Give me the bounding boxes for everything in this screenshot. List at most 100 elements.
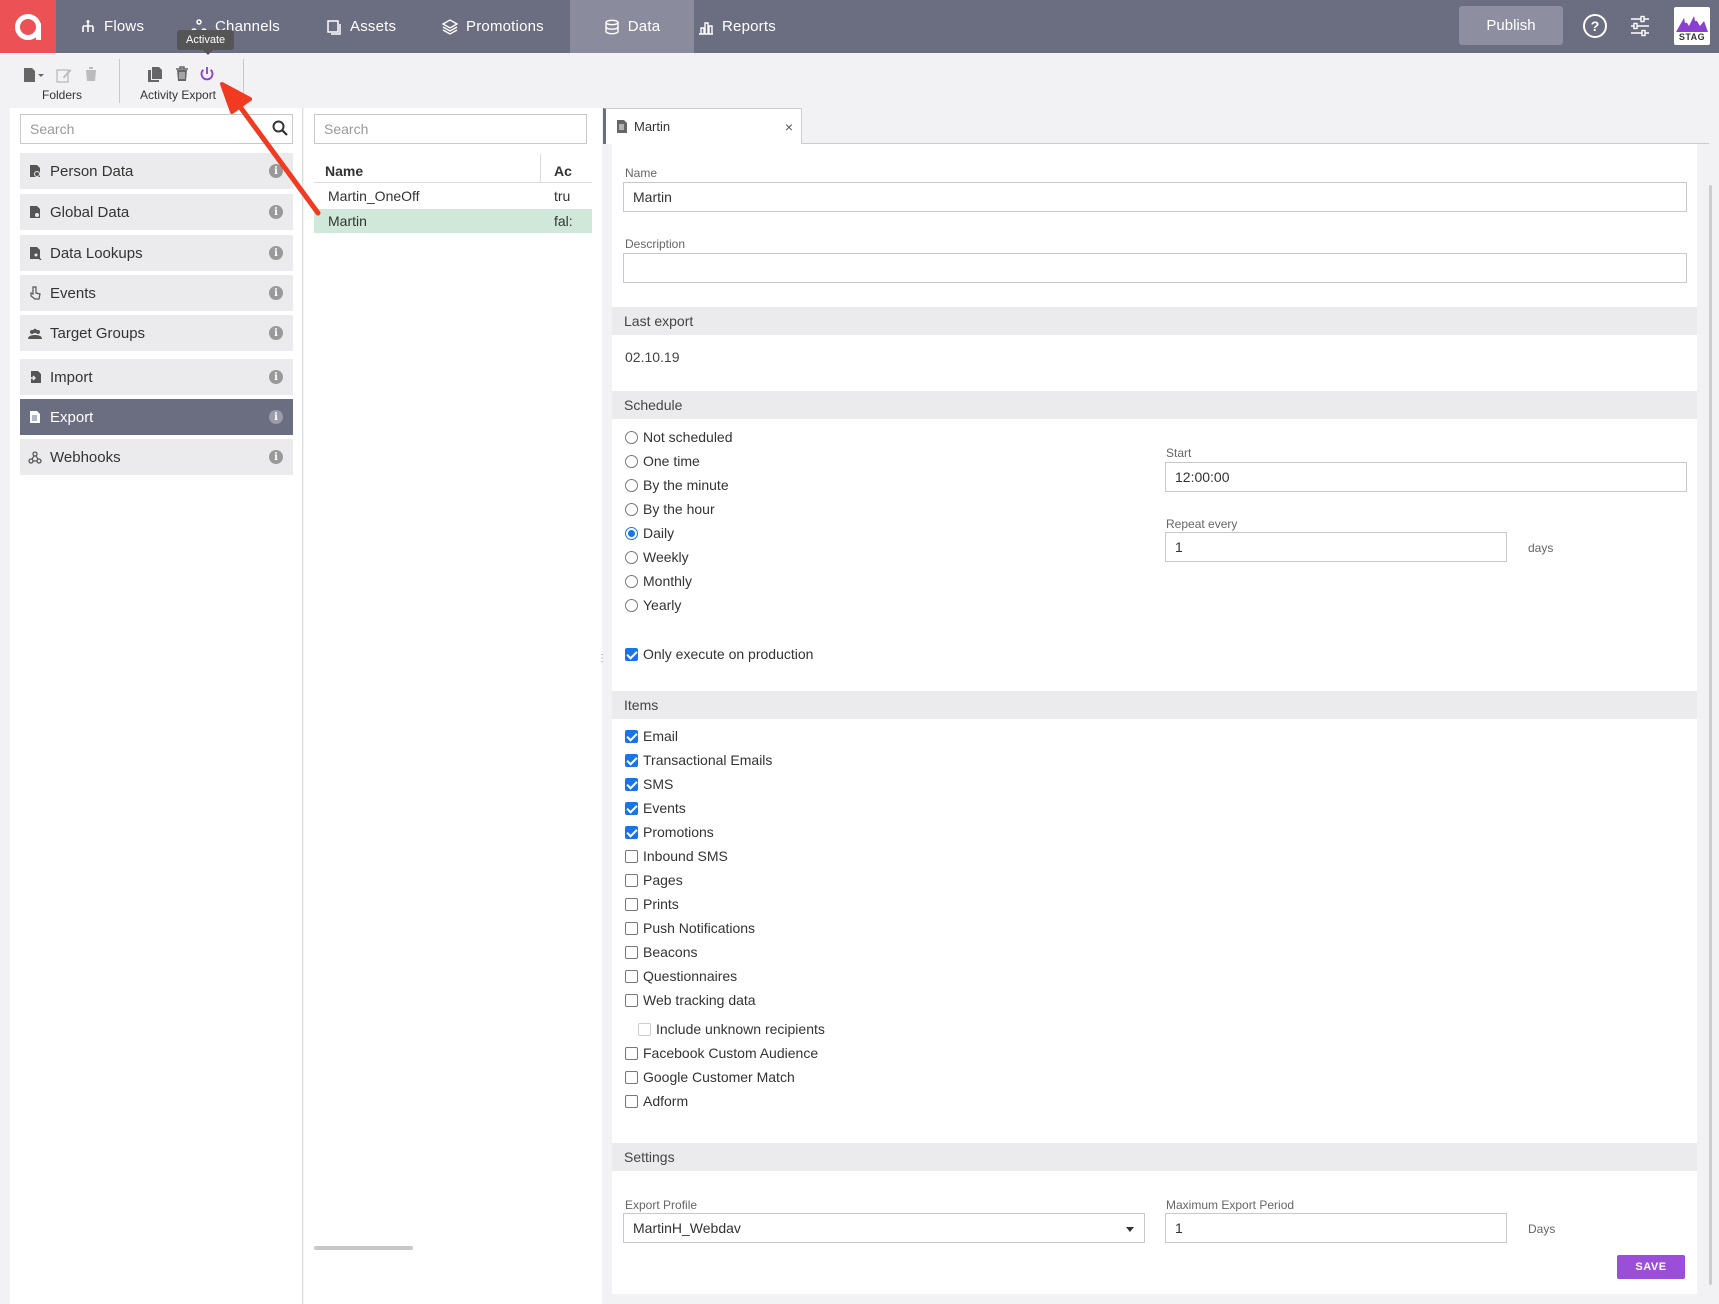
- item-events[interactable]: Events: [625, 800, 686, 816]
- checkbox[interactable]: [625, 1094, 638, 1108]
- radio-button-selected[interactable]: [625, 526, 638, 540]
- settings-sliders-icon[interactable]: [1629, 15, 1651, 37]
- item-sms[interactable]: SMS: [625, 776, 673, 792]
- radio-button[interactable]: [625, 574, 638, 588]
- checkbox[interactable]: [625, 993, 638, 1007]
- category-events[interactable]: Events i: [20, 275, 293, 311]
- nav-promotions[interactable]: Promotions: [424, 0, 562, 53]
- checkbox[interactable]: [625, 849, 638, 863]
- info-icon[interactable]: i: [269, 164, 283, 178]
- checkbox[interactable]: [625, 969, 638, 983]
- checkbox-checked[interactable]: [625, 647, 638, 661]
- item-email[interactable]: Email: [625, 728, 678, 744]
- category-target-groups[interactable]: Target Groups i: [20, 315, 293, 351]
- info-icon[interactable]: i: [269, 410, 283, 424]
- checkbox-disabled[interactable]: [638, 1022, 651, 1036]
- item-prints[interactable]: Prints: [625, 896, 679, 912]
- schedule-option-daily[interactable]: Daily: [625, 525, 674, 541]
- nav-flows[interactable]: Flows: [62, 0, 162, 53]
- category-webhooks[interactable]: Webhooks i: [20, 439, 293, 475]
- category-data-lookups[interactable]: Data Lookups i: [20, 235, 293, 271]
- nav-assets[interactable]: Assets: [308, 0, 414, 53]
- publish-button[interactable]: Publish: [1459, 6, 1563, 45]
- checkbox[interactable]: [625, 1070, 638, 1084]
- schedule-option-not-scheduled[interactable]: Not scheduled: [625, 429, 733, 445]
- info-icon[interactable]: i: [269, 326, 283, 340]
- checkbox-checked[interactable]: [625, 753, 638, 767]
- schedule-option-one-time[interactable]: One time: [625, 453, 700, 469]
- item-web-tracking-data[interactable]: Web tracking data: [625, 992, 756, 1008]
- schedule-option-yearly[interactable]: Yearly: [625, 597, 681, 613]
- environment-badge[interactable]: STAG: [1674, 7, 1710, 45]
- start-time-input[interactable]: 12:00:00: [1165, 462, 1687, 492]
- checkbox[interactable]: [625, 921, 638, 935]
- checkbox-checked[interactable]: [625, 777, 638, 791]
- info-icon[interactable]: i: [269, 286, 283, 300]
- checkbox-checked[interactable]: [625, 801, 638, 815]
- panel-resize-handle[interactable]: ⋮: [597, 653, 607, 664]
- info-icon[interactable]: i: [269, 370, 283, 384]
- category-person-data[interactable]: Person Data i: [20, 153, 293, 189]
- checkbox[interactable]: [625, 1046, 638, 1060]
- search-icon[interactable]: [272, 120, 288, 136]
- checkbox[interactable]: [625, 897, 638, 911]
- category-export[interactable]: Export i: [20, 399, 293, 435]
- column-header-name[interactable]: Name: [325, 163, 363, 179]
- schedule-option-weekly[interactable]: Weekly: [625, 549, 689, 565]
- schedule-option-by-hour[interactable]: By the hour: [625, 501, 715, 517]
- app-logo[interactable]: [0, 0, 56, 53]
- delete-icon[interactable]: [174, 66, 190, 82]
- item-push-notifications[interactable]: Push Notifications: [625, 920, 755, 936]
- description-input[interactable]: [623, 253, 1687, 283]
- checkbox[interactable]: [625, 945, 638, 959]
- item-google-customer-match[interactable]: Google Customer Match: [625, 1069, 795, 1085]
- checkbox-checked[interactable]: [625, 729, 638, 743]
- item-promotions[interactable]: Promotions: [625, 824, 714, 840]
- nav-data[interactable]: Data: [570, 0, 694, 53]
- table-row[interactable]: Martin_OneOff tru: [314, 184, 592, 208]
- info-icon[interactable]: i: [269, 450, 283, 464]
- edit-icon[interactable]: [56, 67, 72, 83]
- save-button[interactable]: SAVE: [1617, 1255, 1685, 1279]
- activate-power-icon[interactable]: [199, 66, 215, 82]
- item-inbound-sms[interactable]: Inbound SMS: [625, 848, 728, 864]
- export-search-input[interactable]: Search: [314, 114, 587, 144]
- new-file-dropdown-icon[interactable]: [23, 67, 47, 83]
- nav-reports[interactable]: Reports: [680, 0, 794, 53]
- column-header-active[interactable]: Ac: [554, 163, 572, 179]
- item-pages[interactable]: Pages: [625, 872, 683, 888]
- copy-icon[interactable]: [147, 66, 163, 82]
- repeat-every-input[interactable]: 1: [1165, 532, 1507, 562]
- radio-button[interactable]: [625, 502, 638, 516]
- delete-folder-icon[interactable]: [83, 66, 99, 82]
- table-row-selected[interactable]: Martin fal:: [314, 209, 592, 233]
- horizontal-scrollbar[interactable]: [314, 1246, 413, 1250]
- checkbox[interactable]: [625, 873, 638, 887]
- tab-martin[interactable]: Martin ×: [603, 108, 802, 144]
- radio-button[interactable]: [625, 454, 638, 468]
- schedule-option-by-minute[interactable]: By the minute: [625, 477, 729, 493]
- category-global-data[interactable]: Global Data i: [20, 194, 293, 230]
- radio-button[interactable]: [625, 550, 638, 564]
- export-profile-select[interactable]: MartinH_Webdav: [623, 1213, 1145, 1243]
- name-input[interactable]: Martin: [623, 182, 1687, 212]
- item-beacons[interactable]: Beacons: [625, 944, 697, 960]
- item-facebook-custom-audience[interactable]: Facebook Custom Audience: [625, 1045, 818, 1061]
- item-adform[interactable]: Adform: [625, 1093, 688, 1109]
- item-include-unknown-recipients[interactable]: Include unknown recipients: [638, 1021, 825, 1037]
- radio-button[interactable]: [625, 478, 638, 492]
- category-search-input[interactable]: Search: [20, 114, 293, 144]
- vertical-scrollbar[interactable]: [1709, 185, 1712, 1285]
- category-import[interactable]: Import i: [20, 359, 293, 395]
- radio-button[interactable]: [625, 430, 638, 444]
- max-export-period-input[interactable]: 1: [1165, 1213, 1507, 1243]
- radio-button[interactable]: [625, 598, 638, 612]
- info-icon[interactable]: i: [269, 246, 283, 260]
- checkbox-checked[interactable]: [625, 825, 638, 839]
- item-questionnaires[interactable]: Questionnaires: [625, 968, 737, 984]
- schedule-option-monthly[interactable]: Monthly: [625, 573, 692, 589]
- close-icon[interactable]: ×: [785, 119, 793, 135]
- item-transactional-emails[interactable]: Transactional Emails: [625, 752, 772, 768]
- help-icon[interactable]: ?: [1583, 14, 1607, 38]
- info-icon[interactable]: i: [269, 205, 283, 219]
